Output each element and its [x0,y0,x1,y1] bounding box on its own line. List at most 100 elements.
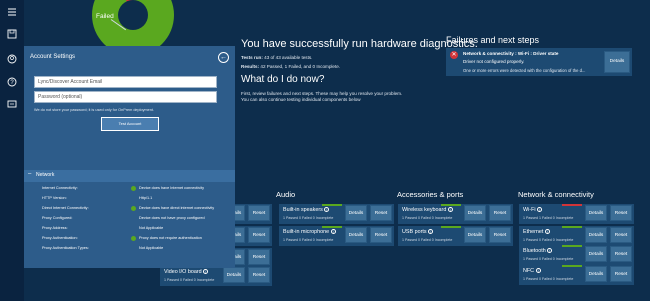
reset-button[interactable]: Reset [610,266,632,282]
what-heading: What do I do now? [241,74,325,85]
component-name: Video I/O board [164,269,202,275]
account-email-input[interactable]: Lync/Discover Account Email [34,76,217,88]
component-stats: 1 Passed 0 Failed 0 Incomplete [523,238,574,242]
component-card-wi-fi: Wi-Fi i 1 Passed 1 Failed 0 Incomplete D… [519,204,634,224]
account-password-input[interactable]: Password (optional) [34,91,217,103]
reset-button[interactable]: Reset [370,205,392,221]
details-button[interactable]: Details [223,267,245,283]
details-button[interactable]: Details [345,205,367,221]
network-row-value: Device does not have proxy configured [139,216,205,220]
reset-button[interactable]: Reset [248,249,270,265]
reset-button[interactable]: Reset [489,205,511,221]
results-label: Results: [241,64,260,69]
component-card-nfc: NFC i 1 Passed 0 Failed 0 Incomplete Det… [519,265,634,285]
component-card-wireless-keyboard: Wireless keyboard i 1 Passed 0 Failed 0 … [398,204,513,224]
network-row-label: Direct Internet Connectivity: [42,206,89,210]
reset-button[interactable]: Reset [489,227,511,243]
status-bar-failed [562,204,582,206]
network-row-label: Proxy Authentication: [42,236,78,240]
info-icon[interactable]: i [447,207,453,213]
collapse-chevron-icon[interactable]: – [28,171,31,177]
network-row-label: Proxy Authentication Types: [42,246,89,250]
status-bar [441,204,461,206]
component-stats: 1 Passed 0 Failed 0 Incomplete [402,238,453,242]
category-network: Network & connectivity [518,190,594,199]
info-icon[interactable]: i [330,229,336,235]
back-arrow-icon[interactable]: ← [218,52,229,63]
reset-button[interactable]: Reset [370,227,392,243]
component-name: Bluetooth [523,248,546,254]
status-bar [322,226,342,228]
network-row-value: Not Applicable [139,226,164,230]
component-name: USB ports [402,229,427,235]
save-icon[interactable] [7,29,17,39]
info-icon[interactable]: i [535,268,541,274]
network-row-label: HTTP Version: [42,196,67,200]
tests-run-line: Tests run: 43 of 43 available tests. [241,54,312,61]
component-name: Built-in microphone [283,229,330,235]
status-bar [441,226,461,228]
info-icon[interactable]: i [547,248,553,254]
details-button[interactable]: Details [464,205,486,221]
failed-label: Failed [96,13,114,20]
network-row-label: Internet Connectivity: [42,186,78,190]
donut-hole [118,0,148,30]
component-name: NFC [523,268,535,274]
reset-button[interactable]: Reset [248,267,270,283]
hamburger-menu-icon[interactable] [7,7,17,17]
component-stats: 1 Passed 1 Failed 0 Incomplete [523,216,574,220]
help-icon[interactable]: ? [7,77,17,87]
details-button[interactable]: Details [464,227,486,243]
network-row-label: Proxy Address: [42,226,68,230]
failures-heading: Failures and next steps [446,35,540,45]
password-hint: We do not store your password; it is use… [34,108,155,112]
component-card-built-in-speakers: Built-in speakers i 1 Passed 0 Failed 0 … [279,204,394,224]
component-card-ethernet: Ethernet i 1 Passed 0 Failed 0 Incomplet… [519,226,634,246]
network-row-value: Device does have direct internet connect… [139,206,215,210]
component-stats: 1 Passed 0 Failed 0 Incomplete [283,238,334,242]
reset-button[interactable]: Reset [610,205,632,221]
details-button[interactable]: Details [585,246,607,262]
info-icon[interactable]: i [544,229,550,235]
reset-button[interactable]: Reset [248,227,270,243]
component-stats: 1 Passed 0 Failed 0 Incomplete [523,257,574,261]
status-bar [322,204,342,206]
reset-button[interactable]: Reset [610,246,632,262]
failure-details-button[interactable]: Details [604,51,630,73]
info-icon[interactable]: i [537,207,543,213]
component-card-built-in-microphone: Built-in microphone i 1 Passed 0 Failed … [279,226,394,246]
details-button[interactable]: Details [345,227,367,243]
status-bar [562,245,582,247]
info-icon[interactable]: i [203,269,209,275]
info-icon[interactable]: i [428,229,434,235]
category-accessories: Accessories & ports [397,190,464,199]
reset-button[interactable]: Reset [610,227,632,243]
tests-run-label: Tests run: [241,55,263,60]
what-line-2: You can also continue testing individual… [241,97,361,102]
account-icon[interactable] [7,54,17,64]
failure-subtitle: Driver not configured properly. [463,59,525,64]
info-icon[interactable]: i [324,207,330,213]
details-button[interactable]: Details [585,205,607,221]
results-value: 42 Passed, 1 Failed, and 0 Incomplete. [260,64,341,69]
component-name: Ethernet [523,229,544,235]
network-section-header[interactable] [24,170,235,182]
feedback-icon[interactable] [7,99,17,109]
component-name: Wi-Fi [523,207,536,213]
component-card-bluetooth: Bluetooth i 1 Passed 0 Failed 0 Incomple… [519,245,634,265]
network-heading: Network [36,172,55,178]
test-account-button[interactable]: Test Account [101,117,159,131]
network-row-value: Http/1.1 [139,196,153,200]
error-icon: ✕ [450,51,458,59]
network-row-value: Proxy does not require authentication [139,236,202,240]
component-stats: 1 Passed 0 Failed 0 Incomplete [523,277,574,281]
details-button[interactable]: Details [585,227,607,243]
component-name: Built-in speakers [283,207,323,213]
results-line: Results: 42 Passed, 1 Failed, and 0 Inco… [241,63,340,70]
network-row-value: Not Applicable [139,246,164,250]
component-name: Wireless keyboard [402,207,447,213]
status-bar [562,226,582,228]
network-row-value: Device does have Internet connectivity [139,186,205,190]
details-button[interactable]: Details [585,266,607,282]
reset-button[interactable]: Reset [248,205,270,221]
